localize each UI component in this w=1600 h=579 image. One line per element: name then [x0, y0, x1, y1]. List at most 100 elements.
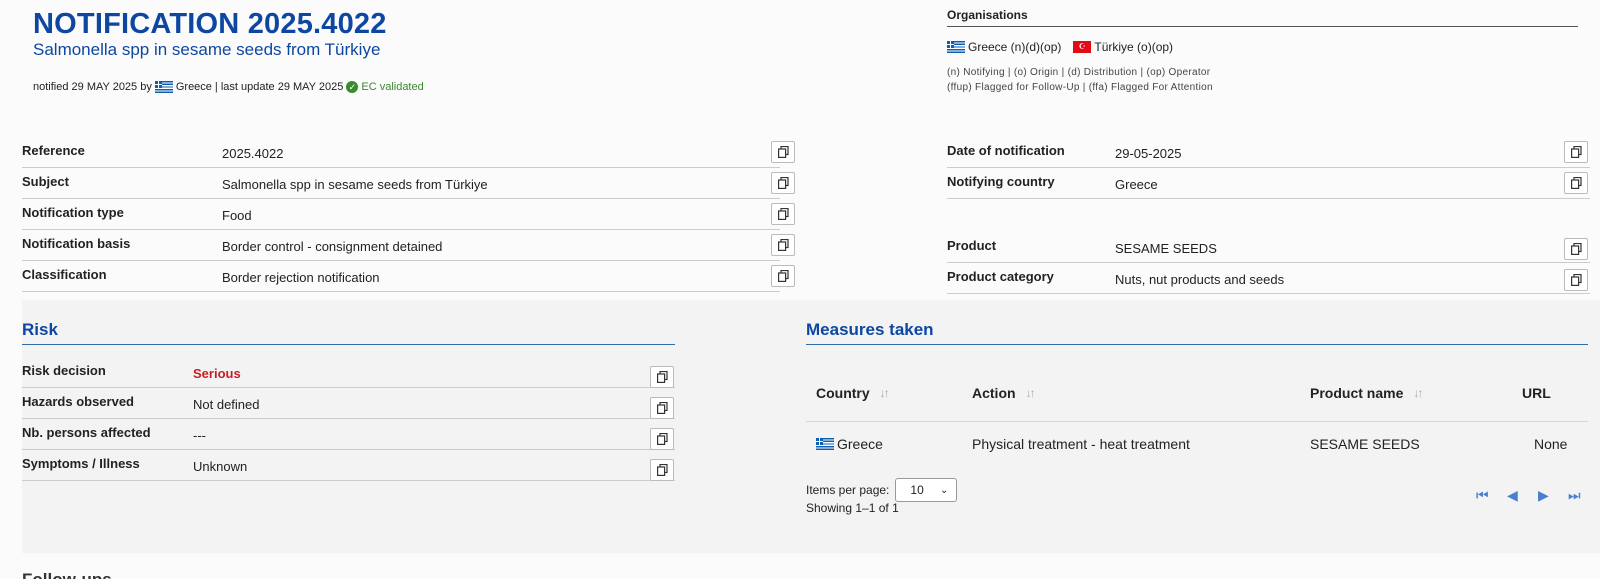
copy-button[interactable]	[771, 265, 795, 287]
measures-divider	[806, 344, 1588, 345]
notified-date: notified 29 MAY 2025 by	[33, 81, 152, 93]
copy-button[interactable]	[771, 141, 795, 163]
items-per-page-value: 10	[910, 483, 924, 497]
organisation-item: Türkiye (o)(op)	[1094, 40, 1174, 54]
copy-button[interactable]	[1564, 172, 1588, 194]
detail-row-product: Product SESAME SEEDS	[947, 232, 1590, 263]
detail-label: Product	[947, 238, 997, 253]
risk-value: Unknown	[193, 459, 248, 474]
copy-icon	[1570, 274, 1582, 286]
notification-meta: notified 29 MAY 2025 by Greece | last up…	[33, 81, 424, 93]
items-per-page: Items per page: 10 ⌄	[806, 478, 958, 502]
column-header-url: URL	[1522, 385, 1551, 401]
detail-row-notification-basis: Notification basis Border control - cons…	[22, 230, 780, 261]
first-page-icon[interactable]: ⏮	[1476, 487, 1489, 504]
page-title: NOTIFICATION 2025.4022	[33, 8, 387, 40]
risk-row-hazards: Hazards observed Not defined	[22, 388, 675, 419]
copy-button[interactable]	[1564, 238, 1588, 260]
copy-button[interactable]	[771, 234, 795, 256]
detail-value: 29-05-2025	[1115, 146, 1182, 161]
column-header-product-name[interactable]: Product name ↓↑	[1310, 385, 1423, 401]
detail-value: SESAME SEEDS	[1115, 241, 1217, 256]
greece-flag-icon	[154, 81, 173, 93]
detail-value: Greece	[1115, 177, 1158, 192]
organisation-item: Greece (n)(d)(op)	[968, 40, 1062, 54]
risk-row-persons-affected: Nb. persons affected ---	[22, 419, 675, 450]
detail-row-notifying-country: Notifying country Greece	[947, 168, 1590, 199]
copy-icon	[777, 239, 789, 251]
table-cell-country: Greece	[816, 436, 883, 452]
copy-button[interactable]	[771, 172, 795, 194]
check-circle-icon: ✓	[346, 81, 359, 93]
detail-row-date-of-notification: Date of notification 29-05-2025	[947, 137, 1590, 168]
copy-icon	[1570, 177, 1582, 189]
column-header-country[interactable]: Country ↓↑	[816, 385, 890, 401]
table-cell-product: SESAME SEEDS	[1310, 436, 1420, 452]
detail-label: Classification	[22, 267, 107, 282]
risk-label: Nb. persons affected	[22, 425, 151, 440]
sort-icon[interactable]: ↓↑	[1413, 386, 1423, 400]
copy-button[interactable]	[650, 366, 674, 388]
column-header-action[interactable]: Action ↓↑	[972, 385, 1036, 401]
last-page-icon[interactable]: ⏭	[1568, 487, 1581, 504]
copy-button[interactable]	[650, 459, 674, 481]
detail-value: Border rejection notification	[222, 270, 380, 285]
copy-icon	[656, 433, 668, 445]
sort-icon[interactable]: ↓↑	[1026, 386, 1036, 400]
detail-value: Salmonella spp in sesame seeds from Türk…	[222, 177, 488, 192]
column-label: Product name	[1310, 385, 1404, 401]
copy-icon	[1570, 243, 1582, 255]
column-label: URL	[1522, 385, 1551, 401]
detail-label: Subject	[22, 174, 69, 189]
greece-flag-icon	[816, 438, 834, 450]
risk-divider	[22, 344, 675, 345]
cell-text: Greece	[837, 436, 883, 452]
detail-row-product-category: Product category Nuts, nut products and …	[947, 263, 1590, 294]
risk-row-decision: Risk decision Serious	[22, 357, 675, 388]
organisations-title: Organisations	[947, 8, 1028, 22]
legend-line: (ffup) Flagged for Follow-Up | (ffa) Fla…	[947, 82, 1213, 93]
items-per-page-label: Items per page:	[806, 483, 890, 497]
copy-icon	[656, 371, 668, 383]
followups-title: Follow-ups	[22, 570, 112, 579]
column-label: Country	[816, 385, 870, 401]
detail-label: Notification type	[22, 205, 124, 220]
table-header-divider	[806, 421, 1588, 422]
copy-icon	[777, 208, 789, 220]
greece-flag-icon	[947, 41, 965, 53]
copy-icon	[1570, 146, 1582, 158]
turkiye-flag-icon: ☪	[1073, 41, 1092, 53]
detail-value: Border control - consignment detained	[222, 239, 443, 254]
detail-label: Reference	[22, 143, 85, 158]
copy-button[interactable]	[650, 397, 674, 419]
risk-value: Not defined	[193, 397, 260, 412]
copy-button[interactable]	[650, 428, 674, 450]
risk-label: Symptoms / Illness	[22, 456, 140, 471]
organisations-legend: (n) Notifying | (o) Origin | (d) Distrib…	[947, 65, 1213, 95]
detail-row-classification: Classification Border rejection notifica…	[22, 261, 780, 292]
risk-value-serious: Serious	[193, 366, 241, 381]
copy-button[interactable]	[771, 203, 795, 225]
risk-value: ---	[193, 428, 206, 443]
validated-badge: EC validated	[361, 81, 424, 93]
detail-row-subject: Subject Salmonella spp in sesame seeds f…	[22, 168, 780, 199]
previous-page-icon[interactable]: ◀	[1507, 487, 1518, 504]
table-cell-url: None	[1534, 436, 1568, 452]
detail-label: Notifying country	[947, 174, 1055, 189]
risk-title: Risk	[22, 320, 58, 339]
table-cell-action: Physical treatment - heat treatment	[972, 436, 1190, 452]
risk-label: Risk decision	[22, 363, 106, 378]
next-page-icon[interactable]: ▶	[1538, 487, 1549, 504]
copy-button[interactable]	[1564, 269, 1588, 291]
notified-country: Greece	[175, 81, 212, 93]
chevron-down-icon: ⌄	[940, 484, 949, 496]
items-per-page-select[interactable]: 10 ⌄	[895, 478, 958, 502]
copy-icon	[656, 464, 668, 476]
sort-icon[interactable]: ↓↑	[880, 386, 890, 400]
measures-title: Measures taken	[806, 320, 934, 339]
organisations-divider	[947, 26, 1578, 27]
detail-row-notification-type: Notification type Food	[22, 199, 780, 230]
copy-icon	[777, 146, 789, 158]
detail-label: Product category	[947, 269, 1054, 284]
copy-button[interactable]	[1564, 141, 1588, 163]
